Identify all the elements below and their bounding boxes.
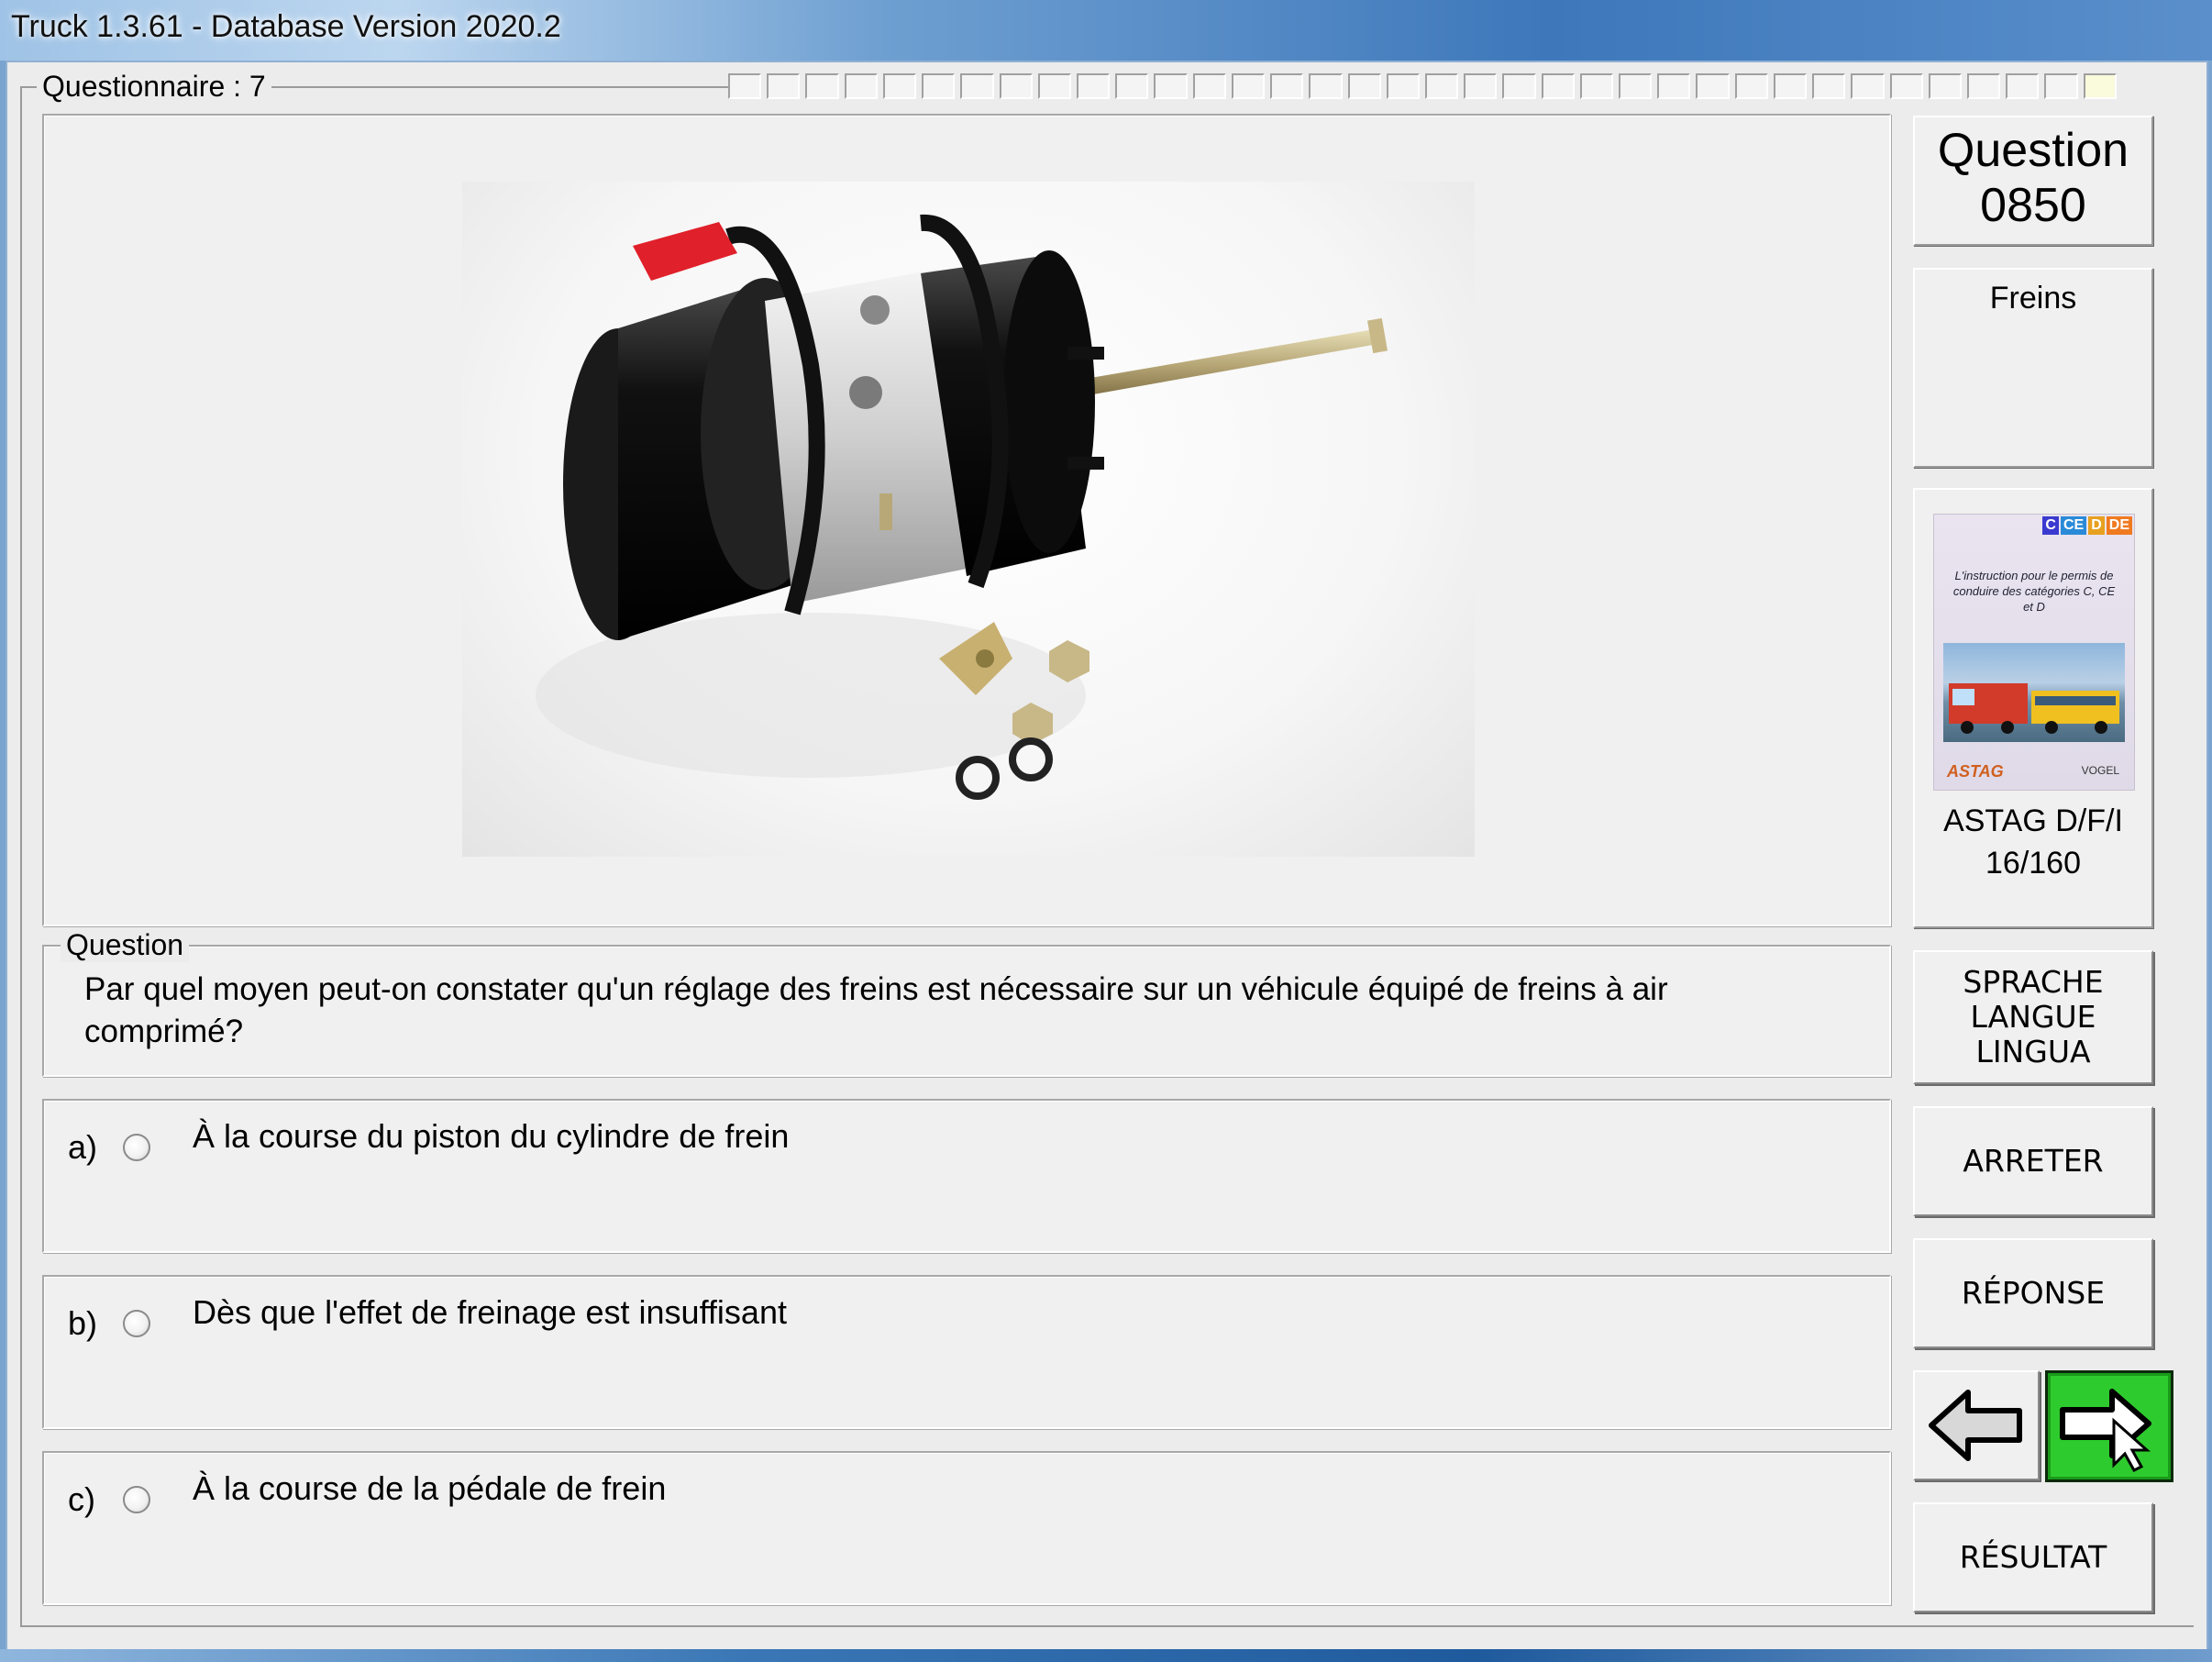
progress-cell: [1967, 73, 2001, 99]
progress-cell: [999, 73, 1033, 99]
arrow-right-icon: [2060, 1389, 2151, 1472]
progress-cell: [1657, 73, 1691, 99]
progress-cell: [1424, 73, 1459, 99]
question-text: Par quel moyen peut-on constater qu'un r…: [84, 971, 1668, 1049]
language-label-fr: LANGUE: [1970, 999, 2096, 1035]
stop-button[interactable]: ARRETER: [1913, 1106, 2153, 1216]
answer-radio-b[interactable]: [123, 1310, 150, 1337]
frame-left-border: [20, 86, 22, 1627]
frame-bottom-border: [20, 1625, 2194, 1627]
vogel-logo: VOGEL: [2081, 764, 2119, 777]
book-caption-page: 16/160: [1985, 846, 2081, 881]
answer-radio-a[interactable]: [123, 1134, 150, 1161]
badge-c: C: [2042, 516, 2059, 535]
question-label: Question: [61, 928, 190, 962]
answer-letter-c: c): [68, 1480, 95, 1518]
badge-de: DE: [2106, 516, 2132, 535]
badge-ce: CE: [2060, 516, 2087, 535]
progress-cell: [1812, 73, 1846, 99]
progress-cell: [2083, 73, 2117, 99]
answer-radio-c[interactable]: [123, 1486, 150, 1513]
progress-cell: [1541, 73, 1575, 99]
answer-letter-b: b): [68, 1304, 98, 1342]
progress-cell: [844, 73, 878, 99]
category-badges: C CE D DE: [2042, 516, 2132, 535]
book-cover-image: C CE D DE L'instruction pour le permis d…: [1933, 514, 2135, 791]
progress-cell: [2044, 73, 2078, 99]
truck-bus-photo: [1943, 643, 2125, 742]
question-number: 0850: [1980, 179, 2086, 232]
window-title: Truck 1.3.61 - Database Version 2020.2: [11, 9, 561, 44]
progress-cell: [1773, 73, 1808, 99]
stop-label: ARRETER: [1963, 1143, 2104, 1179]
progress-cell: [767, 73, 801, 99]
arrow-left-icon: [1929, 1390, 2022, 1461]
brake-chamber-illustration: [536, 214, 1388, 800]
question-number-heading: Question 0850: [1915, 123, 2151, 233]
progress-cell: [1231, 73, 1266, 99]
progress-cell: [1154, 73, 1188, 99]
questionnaire-label: Questionnaire : 7: [37, 70, 271, 104]
topic-box: Freins: [1913, 268, 2153, 468]
badge-d: D: [2088, 516, 2105, 535]
title-bar[interactable]: Truck 1.3.61 - Database Version 2020.2: [0, 0, 2212, 61]
language-button[interactable]: SPRACHE LANGUE LINGUA: [1913, 950, 2153, 1084]
result-button[interactable]: RÉSULTAT: [1913, 1502, 2153, 1612]
progress-cell: [2006, 73, 2040, 99]
book-caption-title: ASTAG D/F/I: [1943, 803, 2123, 838]
progress-cell: [960, 73, 994, 99]
progress-cell: [1734, 73, 1768, 99]
progress-cell: [728, 73, 762, 99]
progress-cell: [1076, 73, 1111, 99]
progress-cell: [1928, 73, 1962, 99]
progress-cell: [1386, 73, 1420, 99]
next-button[interactable]: [2045, 1370, 2173, 1482]
answer-letter-a: a): [68, 1128, 98, 1166]
progress-cell: [805, 73, 839, 99]
truck-bus-illustration: [1949, 683, 2119, 734]
progress-cell: [1502, 73, 1536, 99]
question-number-box: Question 0850: [1913, 116, 2153, 246]
language-label-it: LINGUA: [1975, 1034, 2091, 1069]
result-label: RÉSULTAT: [1959, 1539, 2107, 1575]
answer-button[interactable]: RÉPONSE: [1913, 1238, 2153, 1348]
language-label-de: SPRACHE: [1963, 964, 2104, 1000]
progress-cell: [1579, 73, 1614, 99]
previous-button[interactable]: [1913, 1370, 2040, 1480]
brake-chamber-image: [462, 182, 1475, 857]
progress-cell: [1851, 73, 1885, 99]
progress-cell: [1889, 73, 1923, 99]
progress-cell: [1309, 73, 1343, 99]
progress-cell: [882, 73, 917, 99]
progress-cell: [1270, 73, 1304, 99]
progress-cell: [1115, 73, 1149, 99]
book-caption: ASTAG D/F/I 16/160: [1919, 800, 2148, 884]
topic-label: Freins: [1989, 281, 2077, 316]
answer-text-a[interactable]: À la course du piston du cylindre de fre…: [193, 1117, 789, 1156]
answer-text-c[interactable]: À la course de la pédale de frein: [193, 1469, 666, 1508]
progress-cell: [1192, 73, 1226, 99]
progress-cell: [1696, 73, 1730, 99]
progress-cell: [922, 73, 956, 99]
answer-label: RÉPONSE: [1961, 1275, 2106, 1311]
taskbar-strip: [0, 1649, 2212, 1662]
astag-logo: ASTAG: [1947, 762, 2004, 781]
question-heading-label: Question: [1937, 124, 2129, 177]
book-cover-text: L'instruction pour le permis de conduire…: [1952, 569, 2116, 614]
progress-cell: [1347, 73, 1381, 99]
progress-cell: [1037, 73, 1071, 99]
answer-text-b[interactable]: Dès que l'effet de freinage est insuffis…: [193, 1293, 787, 1332]
progress-cell: [1464, 73, 1498, 99]
progress-cell: [1619, 73, 1653, 99]
question-progress-bar: [728, 73, 2122, 99]
